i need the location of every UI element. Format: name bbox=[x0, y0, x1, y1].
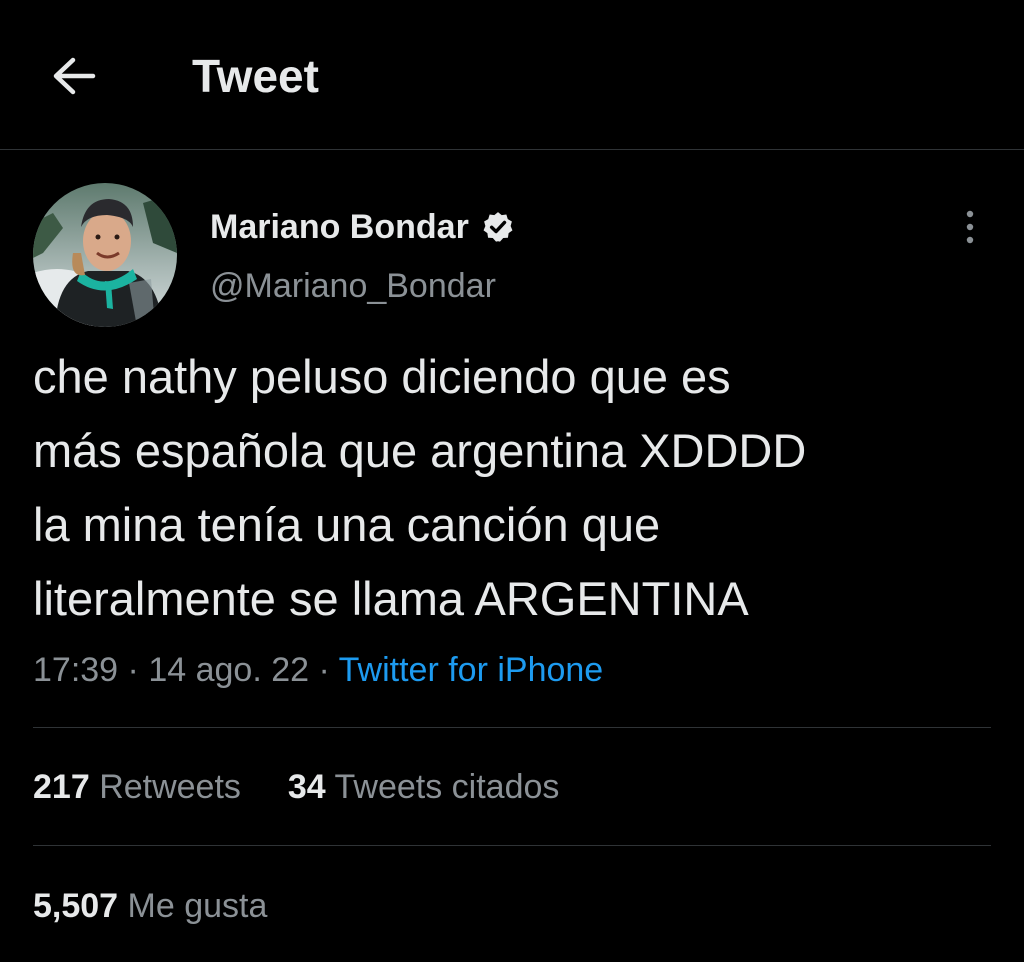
arrow-left-icon bbox=[53, 57, 96, 95]
top-bar: Tweet bbox=[0, 0, 1024, 150]
tweet-text-line: más española que argentina XDDDD bbox=[33, 424, 807, 477]
tweet-text-line: literalmente se llama ARGENTINA bbox=[33, 572, 749, 625]
tweet-date[interactable]: 14 ago. 22 bbox=[148, 651, 309, 689]
likes-stat[interactable]: 5,507 Me gusta bbox=[33, 884, 267, 928]
back-button[interactable] bbox=[48, 50, 100, 102]
author-name-text: Mariano Bondar bbox=[210, 208, 469, 246]
meta-separator: · bbox=[127, 651, 139, 689]
divider bbox=[33, 727, 991, 728]
author-handle[interactable]: @Mariano_Bondar bbox=[210, 264, 496, 308]
more-vertical-icon bbox=[966, 210, 974, 244]
avatar[interactable] bbox=[33, 183, 177, 327]
tweet-text: che nathy peluso diciendo que es más esp… bbox=[33, 340, 993, 636]
tweet-time[interactable]: 17:39 bbox=[33, 651, 118, 689]
quote-tweets-stat[interactable]: 34 Tweets citados bbox=[288, 765, 560, 809]
more-options-button[interactable] bbox=[950, 205, 990, 249]
verified-badge-icon bbox=[483, 212, 513, 242]
likes-count: 5,507 bbox=[33, 887, 119, 925]
divider bbox=[33, 845, 991, 846]
page-title: Tweet bbox=[192, 50, 319, 102]
quote-tweets-count: 34 bbox=[287, 768, 326, 806]
tweet-text-line: la mina tenía una canción que bbox=[33, 498, 661, 551]
retweets-label: Retweets bbox=[99, 768, 241, 806]
tweet-text-line: che nathy peluso diciendo que es bbox=[33, 350, 731, 403]
retweets-stat[interactable]: 217 Retweets bbox=[33, 765, 241, 809]
likes-stats: 5,507 Me gusta bbox=[33, 884, 267, 928]
likes-label: Me gusta bbox=[127, 887, 268, 925]
author-name[interactable]: Mariano Bondar bbox=[210, 205, 515, 249]
retweets-count: 217 bbox=[33, 768, 90, 806]
engagement-stats: 217 Retweets 34 Tweets citados bbox=[33, 765, 559, 809]
quote-tweets-label: Tweets citados bbox=[334, 768, 560, 806]
meta-separator: · bbox=[318, 651, 330, 689]
tweet-metadata: 17:39 · 14 ago. 22 · Twitter for iPhone bbox=[33, 648, 603, 692]
tweet-source-link[interactable]: Twitter for iPhone bbox=[339, 651, 604, 689]
avatar-image bbox=[33, 183, 177, 327]
